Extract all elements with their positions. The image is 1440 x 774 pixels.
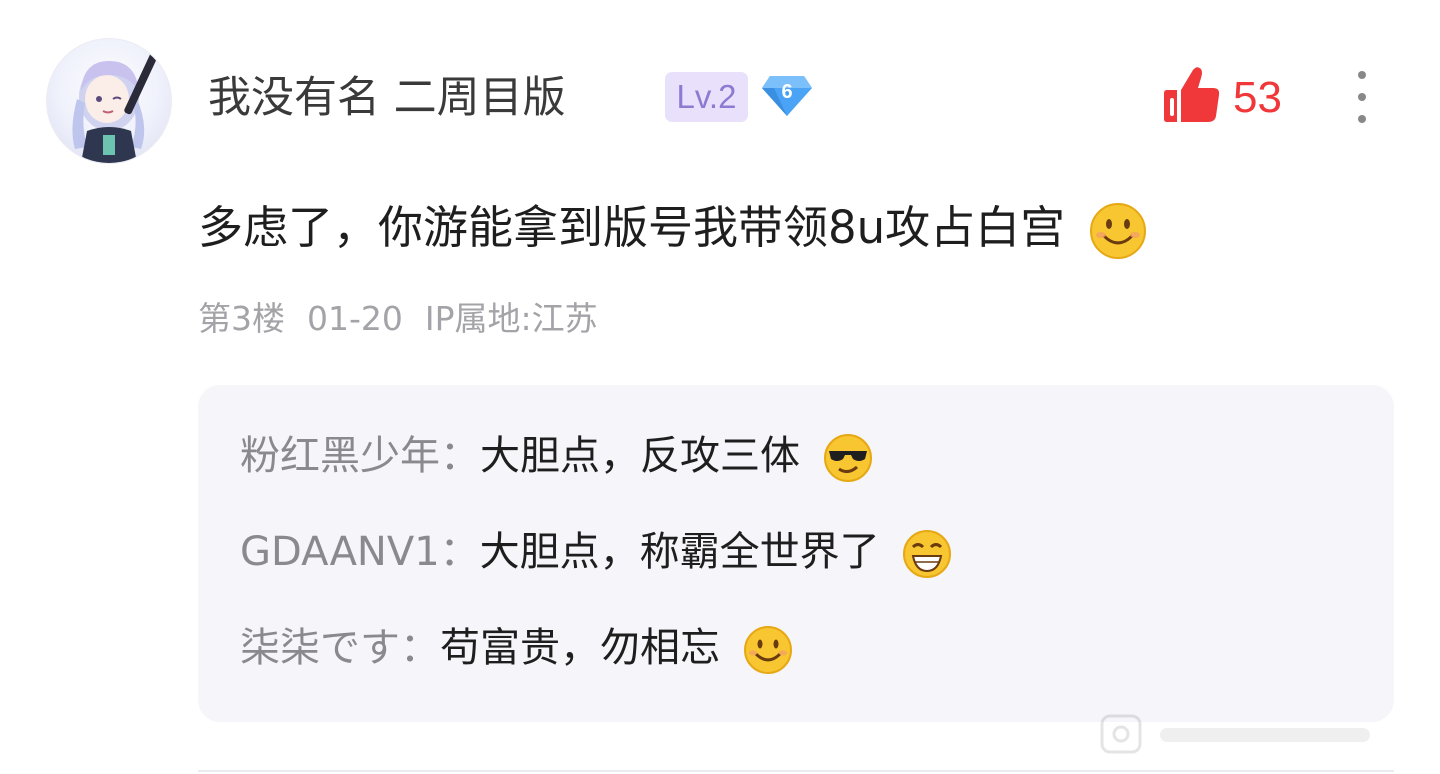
reply-list[interactable]: 粉红黑少年：大胆点，反攻三体 GDAANV1：大胆点，称霸全世界了 柒柒です：苟… [198, 385, 1394, 722]
reply-item[interactable]: GDAANV1：大胆点，称霸全世界了 [240, 522, 952, 582]
floor-number: 第3楼 [198, 299, 285, 338]
divider [198, 770, 1394, 772]
gem-level: 6 [781, 81, 793, 103]
avatar-illustration [72, 49, 160, 163]
reply-item[interactable]: 柒柒です：苟富贵，勿相忘 [240, 618, 793, 678]
smile-emoji-icon [743, 626, 792, 674]
cool-emoji-icon [823, 434, 872, 482]
watermark-logo [1100, 714, 1370, 754]
reply-text: 大胆点，称霸全世界了 [479, 529, 880, 575]
reply-author[interactable]: 粉红黑少年： [240, 433, 480, 479]
grin-emoji-icon [903, 530, 952, 578]
ip-location: IP属地:江苏 [424, 299, 598, 338]
post-content: 多虑了，你游能拿到版号我带领8u攻占白宫 [198, 196, 1147, 260]
reply-text: 苟富贵，勿相忘 [440, 625, 720, 671]
reply-text: 大胆点，反攻三体 [480, 433, 800, 479]
smile-emoji-icon [1090, 203, 1147, 259]
post-meta: 第3楼 01-20 IP属地:江苏 [198, 296, 620, 342]
reply-author[interactable]: GDAANV1： [240, 529, 480, 575]
reply-item[interactable]: 粉红黑少年：大胆点，反攻三体 [240, 426, 873, 486]
like-count[interactable]: 53 [1233, 72, 1282, 124]
level-badge: Lv.2 [665, 72, 748, 122]
username[interactable]: 我没有名 二周目版 [208, 70, 566, 126]
post-content-text: 多虑了，你游能拿到版号我带领8u攻占白宫 [198, 201, 1066, 254]
post-date: 01-20 [307, 299, 403, 338]
reply-author[interactable]: 柒柒です： [240, 625, 440, 671]
thumbs-up-icon[interactable] [1163, 64, 1221, 126]
avatar[interactable] [46, 38, 172, 164]
more-vertical-icon[interactable] [1350, 70, 1374, 124]
